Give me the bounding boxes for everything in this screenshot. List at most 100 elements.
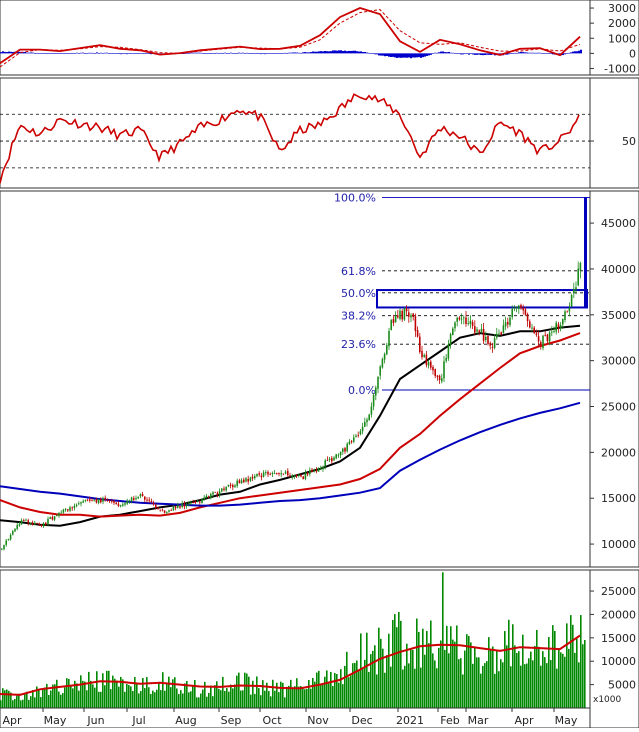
macd-histogram-bar — [96, 52, 98, 54]
macd-histogram-bar — [118, 53, 120, 54]
volume-bar — [274, 690, 276, 708]
candle-up — [568, 308, 571, 312]
volume-bar — [440, 640, 442, 708]
candle-down — [267, 471, 269, 475]
macd-histogram-bar — [458, 53, 460, 54]
volume-bar — [304, 689, 306, 708]
volume-bar — [514, 645, 516, 708]
volume-bar — [250, 694, 252, 708]
candle-down — [401, 311, 403, 320]
macd-histogram-bar — [476, 53, 478, 55]
candle-up — [467, 323, 469, 325]
volume-bar — [464, 650, 466, 708]
macd-histogram-bar — [438, 52, 440, 54]
macd-histogram-bar — [302, 52, 304, 54]
candle-up — [364, 421, 366, 427]
volume-bar — [410, 648, 412, 708]
volume-bar — [346, 651, 348, 708]
candle-up — [122, 504, 124, 506]
volume-bar — [584, 640, 586, 708]
macd-histogram-bar — [454, 52, 456, 54]
volume-bar — [500, 659, 502, 708]
macd-histogram-bar — [574, 51, 576, 54]
volume-bar — [278, 692, 280, 708]
macd-histogram-bar — [394, 53, 396, 58]
macd-histogram-bar — [200, 52, 202, 54]
macd-histogram-bar — [414, 53, 416, 58]
candle-up — [201, 499, 203, 503]
macd-histogram-bar — [512, 53, 514, 54]
macd-histogram-bar — [486, 53, 488, 55]
macd-histogram-bar — [292, 52, 294, 54]
candle-up — [25, 519, 27, 521]
fib-range-bar — [584, 197, 587, 308]
candle-down — [537, 336, 540, 342]
volume-bar — [576, 638, 578, 708]
macd-histogram-bar — [64, 53, 66, 54]
volume-bar — [556, 668, 558, 708]
volume-bar — [530, 651, 532, 708]
candle-down — [416, 329, 419, 337]
volume-bar — [390, 666, 392, 708]
macd-histogram-bar — [246, 52, 248, 54]
candle-up — [1, 548, 3, 550]
candle-down — [31, 522, 34, 525]
volume-bar — [580, 615, 582, 708]
macd-histogram-bar — [256, 53, 258, 54]
candle-up — [177, 505, 179, 508]
macd-histogram-bar — [120, 53, 122, 55]
macd-histogram-bar — [198, 52, 200, 54]
volume-bar — [508, 619, 510, 708]
volume-bar — [4, 690, 6, 708]
volume-unit-label: x1000 — [593, 695, 622, 705]
volume-bar — [312, 677, 314, 708]
macd-histogram-bar — [134, 53, 136, 54]
volume-bar — [482, 665, 484, 708]
candle-up — [12, 531, 14, 535]
volume-bar — [30, 696, 32, 708]
macd-histogram-bar — [318, 51, 320, 54]
candle-up — [553, 331, 555, 332]
candle-up — [570, 295, 573, 307]
candle-up — [82, 501, 84, 503]
macd-histogram-bar — [70, 53, 72, 54]
candle-up — [476, 329, 478, 332]
candle-down — [430, 361, 432, 368]
volume-bar — [178, 694, 180, 708]
candle-down — [408, 312, 410, 317]
macd-histogram-bar — [262, 53, 264, 54]
macd-histogram-bar — [332, 50, 334, 54]
volume-bar — [136, 684, 138, 708]
macd-histogram-bar — [196, 52, 198, 54]
candle-up — [16, 525, 18, 530]
macd-histogram-bar — [354, 50, 356, 54]
candle-up — [185, 504, 188, 507]
candle-down — [471, 322, 474, 326]
candle-down — [111, 500, 113, 502]
volume-bar — [480, 673, 482, 708]
volume-bar — [516, 653, 518, 708]
candle-up — [372, 394, 375, 407]
macd-histogram-bar — [548, 53, 550, 54]
volume-bar — [434, 660, 436, 708]
macd-histogram-bar — [34, 53, 36, 54]
volume-bar — [202, 689, 204, 708]
volume-bar — [162, 672, 164, 708]
macd-histogram-bar — [62, 53, 64, 54]
candle-up — [221, 488, 223, 492]
y-tick-label: 20000 — [601, 446, 636, 459]
volume-bar — [502, 662, 504, 708]
macd-histogram-bar — [436, 52, 438, 54]
fib-level-label: 0.0% — [348, 384, 376, 397]
candle-down — [152, 502, 155, 505]
candle-up — [324, 460, 326, 466]
macd-histogram-bar — [392, 53, 394, 57]
y-tick-label: 10000 — [601, 655, 636, 668]
volume-bar — [362, 667, 364, 708]
candle-up — [227, 484, 230, 487]
candle-up — [403, 308, 406, 320]
volume-bar — [544, 657, 546, 708]
candle-down — [100, 498, 102, 503]
y-tick-label: 45000 — [601, 217, 636, 230]
date-tick-label: Jul — [131, 714, 145, 727]
